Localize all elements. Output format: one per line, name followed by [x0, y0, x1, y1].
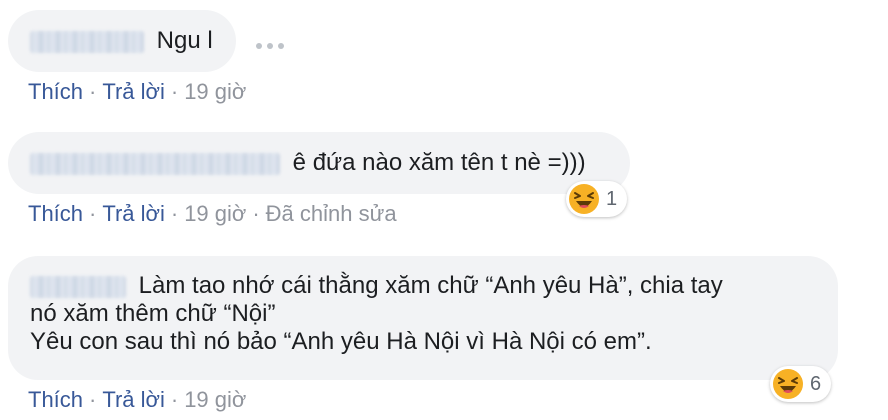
more-options-icon[interactable] — [256, 43, 284, 49]
comment-text: Ngu l — [156, 27, 213, 54]
comment-actions: Thích · Trả lời · 19 giờ — [28, 387, 247, 412]
like-link[interactable]: Thích — [28, 79, 83, 104]
comment-line-1: Làm tao nhớ cái thằng xăm chữ “Anh yêu H… — [138, 272, 723, 299]
timestamp[interactable]: 19 giờ — [184, 201, 246, 226]
like-link[interactable]: Thích — [28, 387, 83, 412]
reaction-summary[interactable]: 6 — [770, 366, 832, 402]
timestamp[interactable]: 19 giờ — [184, 79, 246, 104]
reaction-count: 6 — [810, 372, 822, 395]
comment-actions: Thích · Trả lời · 19 giờ · Đã chỉnh sửa — [28, 201, 397, 226]
blurred-author-name[interactable] — [30, 30, 144, 53]
comment-line-2: nó xăm thêm chữ “Nội” — [30, 300, 276, 327]
reply-link[interactable]: Trả lời — [102, 387, 165, 412]
comment-line-3: Yêu con sau thì nó bảo “Anh yêu Hà Nội v… — [30, 328, 652, 355]
haha-icon — [569, 184, 599, 214]
haha-icon — [773, 369, 803, 399]
edited-label[interactable]: Đã chỉnh sửa — [266, 201, 397, 226]
reply-link[interactable]: Trả lời — [102, 201, 165, 226]
blurred-author-name[interactable] — [30, 275, 126, 298]
reaction-count: 1 — [606, 187, 618, 210]
reply-link[interactable]: Trả lời — [102, 79, 165, 104]
comment-bubble: ê đứa nào xăm tên t nè =))) — [8, 132, 630, 194]
comment-text: ê đứa nào xăm tên t nè =))) — [292, 149, 586, 176]
like-link[interactable]: Thích — [28, 201, 83, 226]
reaction-summary[interactable]: 1 — [566, 181, 628, 217]
timestamp[interactable]: 19 giờ — [184, 387, 246, 412]
comment-bubble: Làm tao nhớ cái thằng xăm chữ “Anh yêu H… — [8, 256, 838, 380]
comment-bubble: Ngu l — [8, 10, 236, 72]
comment-actions: Thích · Trả lời · 19 giờ — [28, 79, 247, 104]
blurred-author-name[interactable] — [30, 152, 280, 175]
